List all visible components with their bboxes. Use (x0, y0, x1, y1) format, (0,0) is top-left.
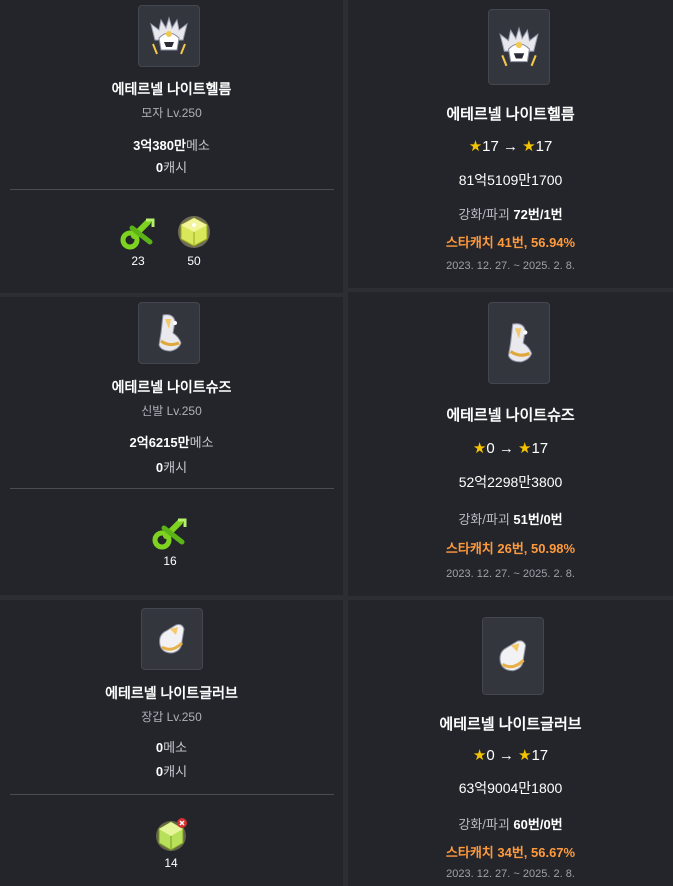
item-type-level: 모자 Lv.250 (141, 106, 202, 120)
item-icon-frame (488, 302, 550, 384)
badge-count: 16 (163, 554, 177, 568)
item-name: 에테르넬 나이트헬름 (111, 81, 232, 97)
arrow-icon: → (503, 138, 518, 155)
star-from: 17 (482, 138, 499, 155)
item-icon-frame (141, 608, 203, 670)
starforce-card-helmet[interactable]: 에테르넬 나이트헬름 ★17 → ★17 81억5109만1700 강화/파괴 … (348, 0, 673, 288)
tries-value: 51번/0번 (513, 512, 563, 527)
cash-unit: 캐시 (163, 764, 188, 779)
shoes-icon (158, 314, 182, 352)
cash-unit: 캐시 (163, 160, 188, 175)
divider (10, 794, 334, 795)
divider (10, 189, 334, 190)
item-icon-frame (482, 617, 544, 695)
starforce-card-gloves[interactable]: 에테르넬 나이트글러브 ★0 → ★17 63억9004만1800 강화/파괴 … (348, 600, 673, 886)
star-icon: ★ (518, 747, 532, 764)
item-type-level: 신발 Lv.250 (141, 404, 202, 418)
arrow-icon: → (498, 440, 514, 457)
meso-unit: 메소 (185, 138, 210, 153)
star-icon: ★ (472, 747, 487, 764)
total-meso: 63억9004만1800 (458, 780, 563, 796)
star-icon: ★ (472, 440, 487, 457)
tries-label: 강화/파괴 (458, 207, 510, 222)
total-meso: 52억2298만3800 (458, 474, 563, 490)
starcatch-stats: 스타캐치 26번, 50.98% (445, 541, 576, 556)
item-name: 에테르넬 나이트글러브 (105, 685, 238, 701)
item-icon-frame (138, 5, 200, 67)
badge-count: 50 (187, 254, 201, 268)
golden-cube-icon (178, 216, 210, 248)
tries-label: 강화/파괴 (458, 817, 510, 832)
total-meso: 81억5109만1700 (458, 172, 563, 188)
gloves-icon (159, 624, 185, 654)
helmet-icon (499, 26, 539, 67)
starcatch-stats: 스타캐치 41번, 56.94% (445, 235, 576, 250)
meso-cost: 2억6215만메소 (0, 432, 343, 451)
item-name: 에테르넬 나이트헬름 (446, 106, 575, 123)
helmet-icon (150, 16, 188, 55)
scissors-of-karma-icon (120, 218, 155, 250)
tries-label: 강화/파괴 (458, 512, 510, 527)
star-from: 0 (486, 440, 495, 457)
star-change: ★0 → ★17 (348, 746, 673, 764)
star-from: 0 (486, 747, 495, 764)
meso-cost: 0메소 (0, 737, 343, 756)
divider (10, 488, 334, 489)
meso-unit: 메소 (189, 435, 214, 450)
tries-value: 60번/0번 (513, 817, 563, 832)
item-icon-frame (138, 302, 200, 364)
star-to: 17 (531, 440, 549, 457)
star-change: ★0 → ★17 (348, 439, 673, 457)
cube-badge[interactable]: 50 (176, 214, 212, 268)
enhance-destroy-count: 강화/파괴 51번/0번 (348, 509, 673, 528)
item-type-level: 장갑 Lv.250 (141, 710, 202, 724)
enhance-destroy-count: 강화/파괴 72번/1번 (348, 204, 673, 223)
item-cost-card-helmet[interactable]: 에테르넬 나이트헬름 모자 Lv.250 3억380만메소 0캐시 23 50 (0, 0, 343, 293)
star-change: ★17 → ★17 (348, 137, 673, 155)
cash-cost: 0캐시 (0, 761, 343, 780)
red-cube-icon (156, 818, 187, 851)
star-icon: ★ (518, 440, 532, 457)
item-cost-card-gloves[interactable]: 에테르넬 나이트글러브 장갑 Lv.250 0메소 0캐시 14 (0, 600, 343, 886)
badge-count: 23 (131, 254, 145, 268)
date-range: 2023. 12. 27. ~ 2025. 2. 8. (446, 868, 575, 880)
cube-badge[interactable]: 14 (153, 816, 189, 870)
date-range: 2023. 12. 27. ~ 2025. 2. 8. (446, 260, 575, 272)
item-icon-frame (488, 9, 550, 85)
scissors-badge[interactable]: 23 (120, 216, 156, 268)
meso-cost-value: 3억380만 (133, 138, 186, 153)
arrow-icon: → (498, 747, 514, 764)
scissors-badge[interactable]: 16 (152, 516, 188, 568)
date-range: 2023. 12. 27. ~ 2025. 2. 8. (446, 568, 575, 580)
star-icon: ★ (468, 138, 483, 155)
badge-count: 14 (164, 856, 178, 870)
item-cost-card-shoes[interactable]: 에테르넬 나이트슈즈 신발 Lv.250 2억6215만메소 0캐시 16 (0, 297, 343, 595)
star-icon: ★ (522, 138, 536, 155)
meso-unit: 메소 (163, 740, 188, 755)
enhance-destroy-count: 강화/파괴 60번/0번 (348, 814, 673, 833)
gloves-icon (499, 640, 527, 672)
cash-cost: 0캐시 (0, 157, 343, 176)
tries-value: 72번/1번 (513, 207, 563, 222)
cash-unit: 캐시 (163, 460, 188, 475)
star-to: 17 (535, 138, 553, 155)
starforce-card-shoes[interactable]: 에테르넬 나이트슈즈 ★0 → ★17 52억2298만3800 강화/파괴 5… (348, 292, 673, 596)
scissors-of-karma-icon (152, 518, 187, 550)
enhancement-records: 에테르넬 나이트헬름 모자 Lv.250 3억380만메소 0캐시 23 50 … (0, 0, 673, 886)
starcatch-stats: 스타캐치 34번, 56.67% (445, 845, 576, 860)
meso-cost: 3억380만메소 (0, 135, 343, 154)
item-name: 에테르넬 나이트슈즈 (446, 407, 575, 424)
shoes-icon (507, 323, 533, 363)
meso-cost-value: 2억6215만 (129, 435, 190, 450)
star-to: 17 (531, 747, 549, 764)
item-name: 에테르넬 나이트슈즈 (111, 379, 232, 395)
item-name: 에테르넬 나이트글러브 (439, 716, 582, 733)
cash-cost: 0캐시 (0, 457, 343, 476)
